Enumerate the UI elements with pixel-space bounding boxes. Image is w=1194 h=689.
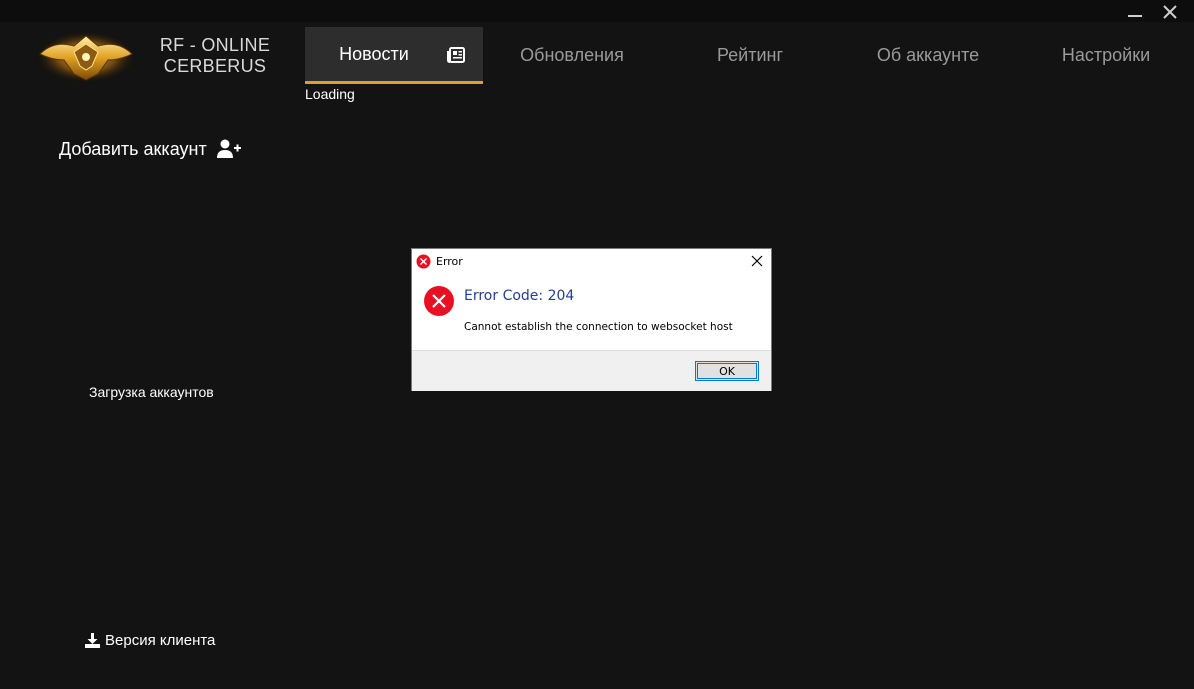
brand-line-1: RF - ONLINE xyxy=(159,35,271,55)
tab-account-label: Об аккаунте xyxy=(876,45,980,65)
tab-updates[interactable]: Обновления xyxy=(488,27,656,84)
dialog-footer: OK xyxy=(412,350,771,391)
close-button[interactable] xyxy=(1157,2,1183,22)
news-loading-status: Loading xyxy=(305,86,355,102)
tab-updates-label: Обновления xyxy=(520,45,624,65)
minimize-icon xyxy=(1128,15,1142,17)
cerberus-logo xyxy=(34,30,138,84)
add-account-button[interactable]: Добавить аккаунт xyxy=(59,138,241,160)
tab-news[interactable]: Новости xyxy=(305,27,483,84)
brand-title: RF - ONLINE CERBERUS xyxy=(150,35,280,77)
add-account-label: Добавить аккаунт xyxy=(59,138,207,159)
tab-rating[interactable]: Рейтинг xyxy=(665,27,835,84)
tab-news-label: Новости xyxy=(339,43,409,64)
error-icon xyxy=(416,254,431,269)
ok-button[interactable]: OK xyxy=(695,361,759,381)
close-icon xyxy=(1163,5,1177,19)
brand-line-2: CERBERUS xyxy=(163,56,267,76)
launcher-window: RF - ONLINE CERBERUS Новости Обновления … xyxy=(0,0,1194,689)
title-bar xyxy=(0,0,1194,22)
client-version-label: Версия клиента xyxy=(105,632,216,649)
tab-rating-label: Рейтинг xyxy=(716,45,784,65)
tab-account[interactable]: Об аккаунте xyxy=(840,27,1016,84)
error-large-icon xyxy=(424,286,454,316)
dialog-close-icon[interactable] xyxy=(749,253,765,269)
tab-settings-label: Настройки xyxy=(1061,45,1151,65)
user-plus-icon xyxy=(216,139,241,158)
dialog-heading: Error Code: 204 xyxy=(464,288,575,304)
download-icon xyxy=(85,633,100,648)
dialog-message: Cannot establish the connection to webso… xyxy=(464,321,733,333)
minimize-button[interactable] xyxy=(1122,2,1148,22)
client-version-button[interactable]: Версия клиента xyxy=(85,632,215,649)
error-dialog: Error Error Code: 204 Cannot establish t… xyxy=(411,248,772,391)
accounts-loading-status: Загрузка аккаунтов xyxy=(89,384,214,400)
dialog-title: Error xyxy=(436,255,463,268)
tab-settings[interactable]: Настройки xyxy=(1022,27,1190,84)
newspaper-icon xyxy=(447,47,465,63)
dialog-title-bar: Error xyxy=(412,249,771,273)
